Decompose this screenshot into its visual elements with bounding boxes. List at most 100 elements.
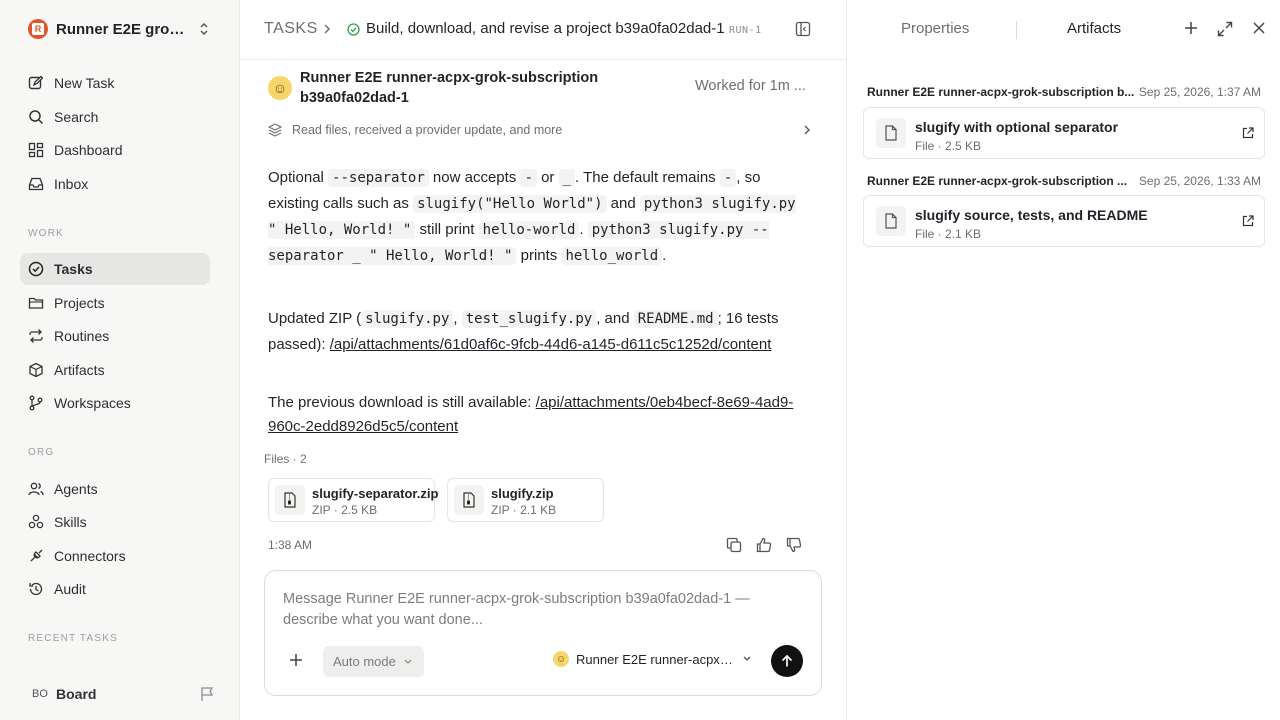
copy-icon[interactable] [726, 537, 742, 553]
git-branch-icon [29, 395, 43, 411]
file-name: slugify.zip [491, 486, 554, 501]
zip-file-icon [275, 485, 305, 515]
chevron-down-icon [404, 659, 412, 664]
text: . [579, 221, 588, 238]
files-label: Files · 2 [264, 452, 307, 466]
sidebar: R Runner E2E grok-... New Task Search Da… [0, 0, 240, 720]
attach-plus-icon[interactable] [289, 653, 303, 667]
inline-code: - [719, 169, 737, 187]
edit-icon [28, 75, 44, 90]
attachment-link-updated[interactable]: /api/attachments/61d0af6c-9fcb-44d6-a145… [330, 336, 772, 353]
expand-icon[interactable] [1217, 21, 1233, 37]
dashboard-icon [28, 142, 44, 158]
nav-workspaces[interactable]: Workspaces [20, 387, 210, 419]
artifact-card[interactable]: slugify with optional separator File · 2… [863, 107, 1265, 159]
artifact-card[interactable]: slugify source, tests, and README File ·… [863, 195, 1265, 247]
task-header: TASKS Build, download, and revise a proj… [240, 0, 846, 60]
nav-label: Tasks [54, 261, 93, 277]
tab-properties[interactable]: Properties [901, 20, 969, 37]
user-name: Board [56, 686, 97, 702]
thumbs-down-icon[interactable] [786, 537, 802, 553]
inline-code: hello-world [478, 221, 580, 239]
inline-code: slugify("Hello World") [413, 195, 607, 213]
section-work-label: WORK [28, 228, 64, 239]
nav-label: Routines [54, 328, 110, 344]
tab-divider [1016, 21, 1017, 39]
message-paragraph-3: The previous download is still available… [268, 391, 808, 439]
file-icon [876, 118, 906, 148]
close-icon[interactable] [1252, 21, 1266, 35]
add-icon[interactable] [1184, 21, 1198, 35]
flag-icon[interactable] [200, 686, 214, 702]
message-paragraph-1: Optional --separator now accepts - or _.… [268, 165, 808, 269]
inline-code: test_slugify.py [461, 310, 597, 328]
search-icon [29, 110, 44, 125]
details-panel: Properties Artifacts Runner E2E runner-a… [846, 0, 1280, 720]
nav-label: New Task [54, 75, 115, 91]
avatar: BO [32, 688, 48, 700]
nav-agents[interactable]: Agents [20, 473, 210, 505]
chevron-up-down-icon [200, 22, 208, 36]
agent-name: Runner E2E runner-acpx-grok-subscription… [300, 70, 599, 106]
external-link-icon[interactable] [1242, 215, 1254, 227]
nav-routines[interactable]: Routines [20, 320, 210, 352]
file-meta: ZIP · 2.5 KB [312, 503, 378, 517]
nav-projects[interactable]: Projects [20, 287, 210, 319]
message-timestamp: 1:38 AM [268, 538, 313, 552]
text: still print [415, 221, 479, 238]
nav-new-task[interactable]: New Task [20, 67, 210, 99]
thumbs-up-icon[interactable] [756, 537, 772, 553]
task-title: Build, download, and revise a project b3… [366, 20, 725, 37]
inline-code: hello_world [561, 247, 663, 265]
zip-file-icon [454, 485, 484, 515]
nav-audit[interactable]: Audit [20, 573, 210, 605]
section-org-label: ORG [28, 447, 55, 458]
text: or [536, 169, 559, 186]
nav-label: Inbox [54, 176, 89, 192]
activity-summary-text: Read files, received a provider update, … [292, 123, 563, 137]
nav-inbox[interactable]: Inbox [20, 168, 210, 200]
nav-artifacts[interactable]: Artifacts [20, 354, 210, 386]
message-paragraph-2: Updated ZIP (slugify.py, test_slugify.py… [268, 306, 808, 357]
nav-search[interactable]: Search [20, 101, 210, 133]
message-composer: Auto mode ☺ Runner E2E runner-acpx-... [264, 570, 822, 696]
check-circle-icon [28, 261, 44, 277]
file-card-slugify[interactable]: slugify.zip ZIP · 2.1 KB [447, 478, 604, 522]
external-link-icon[interactable] [1242, 127, 1254, 139]
agent-mini-avatar: ☺ [553, 651, 569, 667]
artifact-meta: File · 2.1 KB [915, 227, 982, 241]
user-footer[interactable]: BO Board [28, 682, 214, 706]
breadcrumb-tasks[interactable]: TASKS [264, 20, 318, 38]
chevron-down-icon [743, 656, 751, 661]
artifact-source: Runner E2E runner-acpx-grok-subscription… [867, 174, 1128, 188]
file-meta: ZIP · 2.1 KB [491, 503, 557, 517]
text: and [606, 195, 640, 212]
message-input[interactable] [283, 589, 783, 633]
file-card-slugify-separator[interactable]: slugify-separator.zip ZIP · 2.5 KB [268, 478, 438, 522]
sidebar-panel-toggle-icon[interactable] [795, 21, 811, 37]
artifact-meta: File · 2.5 KB [915, 139, 982, 153]
nav-dashboard[interactable]: Dashboard [20, 134, 210, 166]
nav-tasks[interactable]: Tasks [20, 253, 210, 285]
file-icon [876, 206, 906, 236]
artifact-group-header: Runner E2E runner-acpx-grok-subscription… [867, 174, 1267, 190]
workspace-switcher[interactable]: R Runner E2E grok-... [28, 19, 218, 39]
nav-label: Artifacts [54, 362, 105, 378]
activity-summary[interactable]: Read files, received a provider update, … [268, 121, 812, 139]
mode-select[interactable]: Auto mode [323, 646, 424, 677]
text: . The default remains [575, 169, 720, 186]
nav-connectors[interactable]: Connectors [20, 540, 210, 572]
tab-artifacts[interactable]: Artifacts [1067, 20, 1121, 37]
text: prints [516, 247, 562, 264]
text: now accepts [428, 169, 521, 186]
users-icon [28, 482, 44, 496]
send-button[interactable] [771, 645, 803, 677]
mode-label: Auto mode [333, 654, 396, 669]
inline-code: README.md [633, 310, 718, 328]
artifact-date: Sep 25, 2026, 1:33 AM [1138, 174, 1261, 188]
agent-select[interactable]: ☺ Runner E2E runner-acpx-... [553, 651, 752, 667]
nav-skills[interactable]: Skills [20, 506, 210, 538]
text: , and [596, 310, 634, 327]
nav-label: Workspaces [54, 395, 131, 411]
worked-duration[interactable]: Worked for 1m ... [695, 78, 806, 94]
